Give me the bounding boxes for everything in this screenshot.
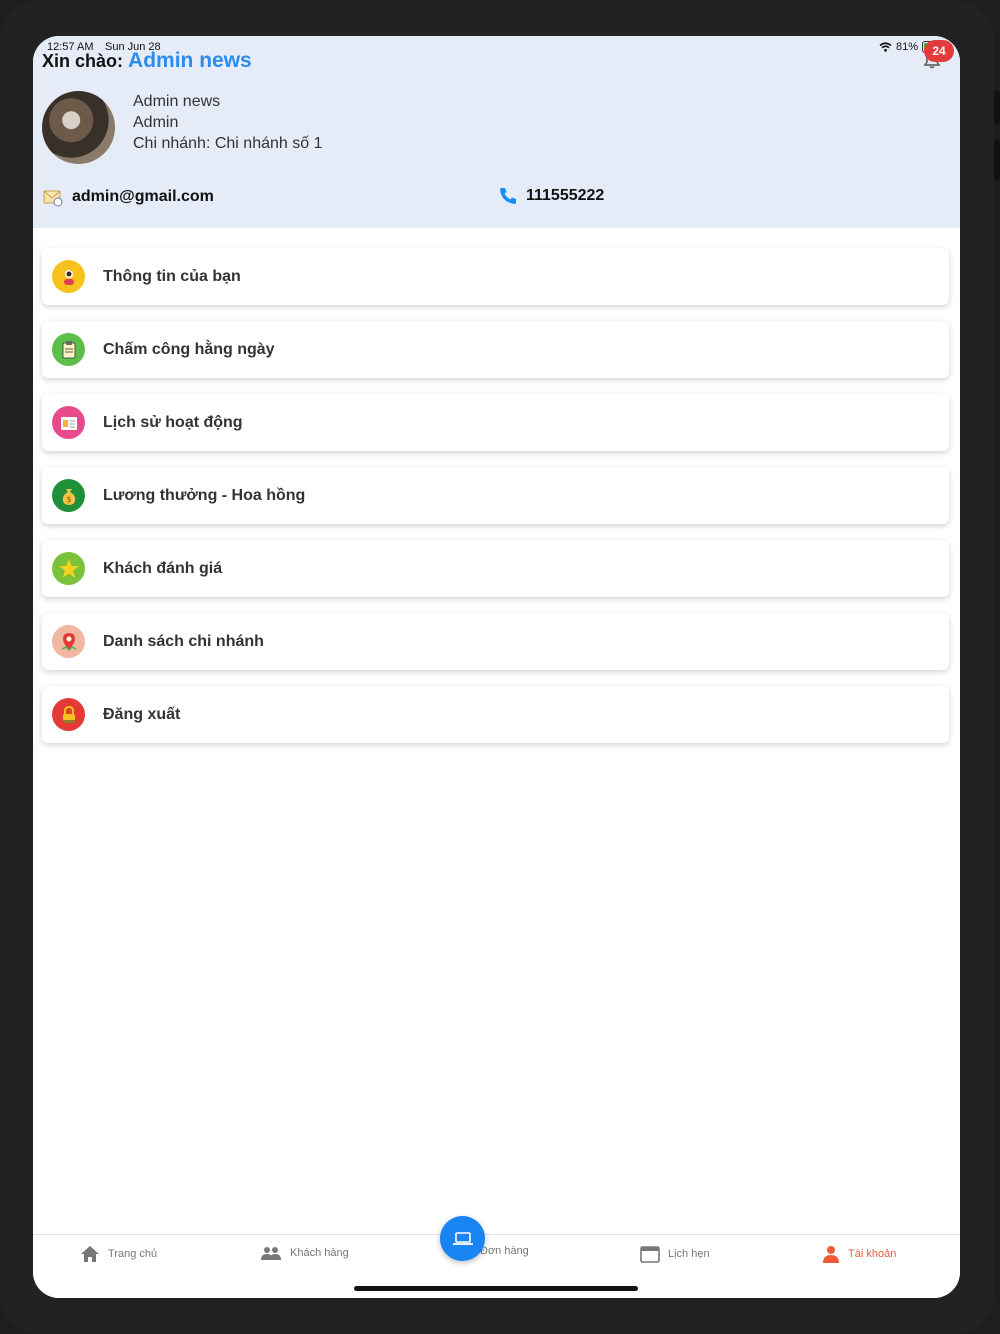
calendar-icon: [640, 1246, 660, 1263]
account-menu: Thông tin của bạn Chấm công hằng ngày Lị…: [42, 248, 949, 759]
nav-label: Tài khoản: [848, 1248, 897, 1260]
app-screen: 12:57 AM Sun Jun 28 81% Xin chào: Admin …: [33, 36, 960, 1298]
greeting: Xin chào: Admin news: [42, 49, 252, 73]
menu-label: Chấm công hằng ngày: [103, 340, 275, 358]
notification-badge[interactable]: 24: [924, 40, 954, 62]
star-icon: [52, 552, 85, 585]
history-icon: [52, 406, 85, 439]
phone-text: 111555222: [526, 187, 605, 204]
people-icon: [261, 1247, 281, 1260]
laptop-icon: [452, 1231, 473, 1245]
profile-name: Admin news: [133, 93, 221, 110]
avatar: [42, 91, 115, 164]
wifi-icon: [879, 42, 892, 52]
menu-label: Khách đánh giá: [103, 559, 223, 577]
menu-item-branch-list[interactable]: Danh sách chi nhánh: [42, 613, 949, 670]
phone-contact: 111555222: [498, 186, 604, 206]
svg-text:$: $: [66, 495, 71, 504]
greeting-prefix: Xin chào:: [42, 51, 124, 71]
home-icon: [81, 1246, 99, 1262]
menu-item-salary-commission[interactable]: $ Lương thưởng - Hoa hồng: [42, 467, 949, 524]
profile-role: Admin: [133, 114, 179, 131]
menu-item-activity-history[interactable]: Lịch sử hoạt động: [42, 394, 949, 451]
menu-label: Danh sách chi nhánh: [103, 632, 264, 650]
map-pin-icon: [52, 625, 85, 658]
battery-percent: 81%: [895, 41, 918, 53]
menu-item-profile-info[interactable]: Thông tin của bạn: [42, 248, 949, 305]
profile-info: Admin news Admin Chi nhánh: Chi nhánh số…: [133, 91, 322, 154]
menu-item-customer-reviews[interactable]: Khách đánh giá: [42, 540, 949, 597]
nav-home[interactable]: Trang chủ: [80, 1245, 157, 1263]
nav-label: Lịch hẹn: [668, 1248, 710, 1260]
user-info-icon: [52, 260, 85, 293]
email-text: admin@gmail.com: [72, 188, 214, 205]
menu-label: Lịch sử hoạt động: [103, 413, 243, 431]
money-bag-icon: $: [52, 479, 85, 512]
menu-label: Thông tin của bạn: [103, 267, 241, 285]
menu-label: Đăng xuất: [103, 705, 181, 723]
nav-account[interactable]: Tài khoản: [822, 1245, 896, 1263]
nav-orders[interactable]: Đơn hàng: [480, 1245, 529, 1257]
greeting-name: Admin news: [128, 49, 252, 72]
mail-icon: [43, 190, 63, 207]
lock-icon: [52, 698, 85, 731]
volume-button: [994, 90, 1000, 125]
orders-fab[interactable]: [440, 1216, 485, 1261]
tablet-frame: 12:57 AM Sun Jun 28 81% Xin chào: Admin …: [0, 0, 1000, 1334]
home-indicator: [354, 1286, 638, 1291]
menu-item-logout[interactable]: Đăng xuất: [42, 686, 949, 743]
person-icon: [823, 1246, 839, 1263]
nav-label: Đơn hàng: [480, 1245, 529, 1257]
nav-appointments[interactable]: Lịch hẹn: [640, 1245, 710, 1263]
nav-label: Trang chủ: [108, 1248, 158, 1260]
nav-customers[interactable]: Khách hàng: [260, 1245, 349, 1261]
volume-button-lower: [994, 140, 1000, 180]
menu-label: Lương thưởng - Hoa hồng: [103, 486, 306, 504]
profile-branch: Chi nhánh: Chi nhánh số 1: [133, 135, 323, 152]
phone-icon: [500, 188, 516, 204]
nav-label: Khách hàng: [290, 1247, 349, 1259]
email-contact: admin@gmail.com: [42, 186, 214, 208]
profile-header: 12:57 AM Sun Jun 28 81% Xin chào: Admin …: [33, 36, 960, 228]
menu-item-timekeeping[interactable]: Chấm công hằng ngày: [42, 321, 949, 378]
clipboard-icon: [52, 333, 85, 366]
